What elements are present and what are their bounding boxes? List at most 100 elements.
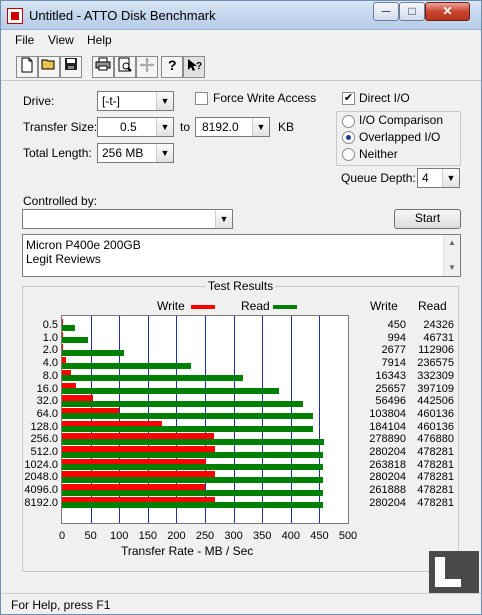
- read-bar: [62, 476, 323, 483]
- controlled-by-select[interactable]: ▼: [22, 209, 233, 229]
- move-icon[interactable]: [136, 56, 158, 78]
- window-title: Untitled - ATTO Disk Benchmark: [29, 8, 216, 23]
- read-bar: [62, 349, 124, 356]
- direct-io-label: Direct I/O: [359, 91, 410, 105]
- read-bar: [62, 362, 191, 369]
- start-button[interactable]: Start: [394, 209, 461, 229]
- read-bar: [62, 426, 314, 433]
- read-bar: [62, 464, 323, 471]
- chart-plot-area: [61, 315, 349, 524]
- read-bar: [62, 438, 325, 445]
- menu-help[interactable]: Help: [87, 33, 112, 47]
- block-size-label: 32.0: [36, 395, 58, 408]
- title-bar[interactable]: Untitled - ATTO Disk Benchmark ─ □ ✕: [1, 1, 481, 30]
- x-tick-label: 50: [84, 530, 97, 542]
- read-rate-value: 332309: [417, 369, 454, 382]
- radio-neither[interactable]: [342, 148, 355, 161]
- transfer-size-to-label: to: [180, 120, 191, 134]
- print-preview-icon[interactable]: [114, 56, 136, 78]
- read-rate-value: 478281: [417, 458, 454, 471]
- write-rate-value: 261888: [369, 484, 406, 497]
- transfer-size-to-select[interactable]: 8192.0 ▼: [195, 117, 270, 137]
- save-icon[interactable]: [60, 56, 82, 78]
- open-folder-icon[interactable]: [38, 56, 60, 78]
- x-axis-label: Transfer Rate - MB / Sec: [121, 544, 254, 558]
- read-bar: [62, 337, 88, 344]
- minimize-button[interactable]: ─: [373, 2, 399, 21]
- read-rate-value: 478281: [417, 446, 454, 458]
- close-button[interactable]: ✕: [425, 2, 470, 21]
- write-rate-value: 16343: [375, 369, 406, 382]
- drive-label: Drive:: [23, 94, 55, 108]
- radio-io-comparison[interactable]: [342, 115, 355, 128]
- block-size-label: 64.0: [36, 407, 58, 420]
- x-tick-label: 200: [167, 530, 186, 542]
- chevron-down-icon: ▼: [252, 118, 269, 136]
- read-rate-value: 476880: [417, 433, 454, 446]
- block-size-label: 1024.0: [24, 458, 58, 471]
- legend-write-swatch: [191, 305, 215, 309]
- transfer-size-label: Transfer Size:: [23, 120, 98, 134]
- overlapped-io-label: Overlapped I/O: [359, 130, 441, 144]
- total-length-select[interactable]: 256 MB ▼: [97, 143, 174, 163]
- scroll-up-icon[interactable]: ▲: [444, 235, 460, 251]
- checkmark-icon: ✔: [343, 92, 354, 104]
- help-icon[interactable]: ?: [161, 56, 183, 78]
- chevron-down-icon: ▼: [156, 144, 173, 162]
- queue-depth-value: 4: [422, 171, 429, 185]
- status-bar: For Help, press F1: [1, 593, 481, 614]
- menu-view[interactable]: View: [48, 33, 74, 47]
- write-rate-value: 280204: [369, 471, 406, 484]
- description-line-1: Micron P400e 200GB: [26, 238, 141, 252]
- block-size-label: 2.0: [42, 344, 58, 357]
- scroll-down-icon[interactable]: ▼: [444, 260, 460, 276]
- print-icon[interactable]: [92, 56, 114, 78]
- menu-file[interactable]: File: [15, 33, 34, 47]
- write-rate-value: 2677: [381, 344, 406, 357]
- drive-select[interactable]: [-t-] ▼: [97, 91, 174, 111]
- read-rate-value: 46731: [423, 331, 454, 344]
- write-rate-value: 278890: [369, 433, 406, 446]
- transfer-size-to-value: 8192.0: [202, 120, 239, 134]
- block-size-label: 2048.0: [24, 471, 58, 484]
- x-tick-label: 400: [281, 530, 300, 542]
- atto-app-icon: [7, 8, 23, 24]
- queue-depth-select[interactable]: 4 ▼: [417, 168, 460, 188]
- context-help-icon[interactable]: ?: [183, 56, 205, 78]
- x-tick-label: 500: [338, 530, 358, 542]
- toolbar: ? ?: [1, 51, 481, 81]
- transfer-size-from-select[interactable]: 0.5 ▼: [97, 117, 174, 137]
- force-write-label: Force Write Access: [213, 91, 317, 105]
- x-tick-label: 0: [58, 530, 66, 542]
- legend-write-label: Write: [157, 299, 185, 313]
- force-write-checkbox[interactable]: [195, 92, 208, 105]
- write-rate-value: 184104: [369, 420, 406, 433]
- block-size-label: 512.0: [30, 446, 58, 458]
- read-bar: [62, 375, 244, 382]
- legend-read-swatch: [273, 305, 297, 309]
- write-column-header: Write: [370, 299, 398, 313]
- read-rate-value: 442506: [417, 395, 454, 408]
- block-size-label: 0.5: [42, 319, 58, 331]
- new-file-icon[interactable]: [16, 56, 38, 78]
- read-rate-value: 460136: [417, 407, 454, 420]
- queue-depth-label: Queue Depth:: [341, 171, 416, 185]
- block-size-label: 8.0: [42, 369, 58, 382]
- description-scrollbar[interactable]: ▲ ▼: [443, 235, 460, 276]
- block-size-label: 128.0: [30, 420, 58, 433]
- status-text: For Help, press F1: [11, 598, 111, 612]
- read-rate-value: 478281: [417, 496, 454, 509]
- chevron-down-icon: ▼: [156, 92, 173, 110]
- x-tick-label: 150: [138, 530, 157, 542]
- test-results-group: Test Results Write Read Write Read 0.5 1.…: [22, 279, 459, 572]
- read-bar: [62, 413, 314, 420]
- read-rate-value: 112906: [418, 344, 454, 357]
- write-rate-value: 56496: [375, 395, 406, 408]
- radio-overlapped-io[interactable]: [342, 131, 355, 144]
- block-size-label: 16.0: [36, 382, 58, 395]
- block-size-label: 4096.0: [24, 484, 58, 497]
- direct-io-checkbox[interactable]: ✔: [342, 92, 355, 105]
- transfer-size-from-value: 0.5: [120, 120, 137, 134]
- description-textarea[interactable]: Micron P400e 200GB Legit Reviews ▲ ▼: [22, 234, 461, 277]
- maximize-button[interactable]: □: [399, 2, 425, 21]
